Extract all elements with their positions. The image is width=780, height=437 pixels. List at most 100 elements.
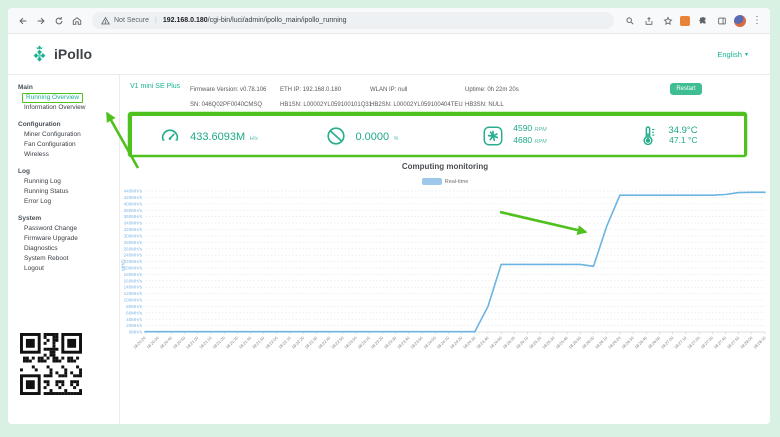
svg-text:140MH/s: 140MH/s xyxy=(124,285,143,290)
sidebar-item-running-status[interactable]: Running Status xyxy=(18,187,119,197)
hashrate-chart: 440MH/s420MH/s400MH/s 380MH/s360MH/s 340MH… xyxy=(121,189,768,350)
url-path: /cgi-bin/luci/admin/ipollo_main/ipollo_r… xyxy=(207,17,347,24)
svg-text:18:27:10: 18:27:10 xyxy=(673,335,688,350)
chevron-down-icon: ▾ xyxy=(744,51,748,58)
screenshot-frame: Not Secure | 192.168.0.180/cgi-bin/luci/… xyxy=(0,0,780,437)
device-info-col-4: Uptime: 0h 22m 20s HB3SN: NULL xyxy=(465,83,519,113)
main-panel: V1 mini SE Plus Firmware Version: v0.78.… xyxy=(120,75,770,424)
thermometer-icon xyxy=(643,125,655,145)
site-header: iPollo English ▾ xyxy=(8,34,770,75)
url-host: 192.168.0.180 xyxy=(162,17,208,24)
sidebar-item-logout[interactable]: Logout xyxy=(18,264,119,274)
fan-icon xyxy=(483,126,503,145)
sidebar-item-running-overview[interactable]: Running Overview xyxy=(22,93,84,103)
info-row1: ETH IP: 192.168.0.180 xyxy=(280,87,342,93)
extensions-puzzle-icon[interactable] xyxy=(696,14,709,27)
home-icon[interactable] xyxy=(70,14,83,27)
sidebar-group-label: Log xyxy=(18,168,30,175)
gauge-icon xyxy=(161,128,179,141)
svg-text:18:23:10: 18:23:10 xyxy=(356,335,371,350)
temp1-value: 34.9°C xyxy=(668,125,698,136)
restart-button[interactable]: Restart xyxy=(670,83,702,95)
svg-text:18:26:40: 18:26:40 xyxy=(633,335,648,350)
svg-text:MH/S: MH/S xyxy=(121,259,126,270)
back-icon[interactable] xyxy=(16,14,29,27)
profile-avatar[interactable] xyxy=(734,14,746,27)
svg-text:18:27:40: 18:27:40 xyxy=(713,335,728,350)
svg-text:18:23:30: 18:23:30 xyxy=(383,335,398,350)
svg-text:18:27:30: 18:27:30 xyxy=(699,335,714,350)
svg-text:18:21:00: 18:21:00 xyxy=(185,335,200,350)
svg-text:18:20:40: 18:20:40 xyxy=(159,335,174,350)
browser-window: Not Secure | 192.168.0.180/cgi-bin/luci/… xyxy=(8,8,770,424)
rejection-stat: 0.0000 % xyxy=(285,125,438,147)
extension-orange-icon[interactable] xyxy=(680,15,690,26)
device-info-col-2: ETH IP: 192.168.0.180 HB1SN: L00002YL0591… xyxy=(280,83,372,113)
language-selector[interactable]: English ▾ xyxy=(717,50,748,59)
svg-text:160MH/s: 160MH/s xyxy=(124,278,143,283)
svg-text:18:22:40: 18:22:40 xyxy=(317,335,332,350)
svg-text:18:26:20: 18:26:20 xyxy=(607,335,622,350)
svg-text:0MH/s: 0MH/s xyxy=(129,330,143,335)
browser-toolbar: Not Secure | 192.168.0.180/cgi-bin/luci/… xyxy=(8,8,770,34)
stats-panel: 433.6093M H/s 0.0000 % 4590 RPM 4680 RPM… xyxy=(130,114,746,157)
svg-text:18:23:50: 18:23:50 xyxy=(409,335,424,350)
svg-text:120MH/s: 120MH/s xyxy=(124,291,143,296)
side-panel-icon[interactable] xyxy=(715,14,728,27)
svg-text:18:24:30: 18:24:30 xyxy=(462,335,477,350)
sidebar-group-main: Main Running Overview Information Overview xyxy=(18,83,119,113)
hashrate-value: 433.6093M xyxy=(190,130,246,143)
sidebar-item-wireless[interactable]: Wireless xyxy=(18,150,119,160)
info-row1: Firmware Version: v0.78.106 xyxy=(190,87,267,93)
miner-model: V1 mini SE Plus xyxy=(130,83,181,90)
svg-text:18:27:00: 18:27:00 xyxy=(660,335,675,350)
reload-icon[interactable] xyxy=(52,14,65,27)
svg-text:200MH/s: 200MH/s xyxy=(124,266,143,271)
bookmark-star-icon[interactable] xyxy=(661,14,674,27)
share-icon[interactable] xyxy=(642,14,655,27)
sidebar-item-fan-configuration[interactable]: Fan Configuration xyxy=(18,140,119,150)
svg-text:18:26:10: 18:26:10 xyxy=(594,335,609,350)
svg-text:80MH/s: 80MH/s xyxy=(126,304,143,309)
address-bar[interactable]: Not Secure | 192.168.0.180/cgi-bin/luci/… xyxy=(92,12,614,29)
svg-text:420MH/s: 420MH/s xyxy=(124,195,143,200)
temperature-stat: 34.9°C 47.1 °C xyxy=(591,125,744,147)
sidebar-group-label: Main xyxy=(18,84,33,91)
language-label: English xyxy=(717,49,742,59)
svg-text:18:20:20: 18:20:20 xyxy=(132,335,147,350)
svg-text:18:24:10: 18:24:10 xyxy=(436,335,451,350)
svg-text:18:25:30: 18:25:30 xyxy=(541,335,556,350)
sidebar-group-system: System Password Change Firmware Upgrade Dia… xyxy=(18,214,119,274)
sidebar-item-miner-configuration[interactable]: Miner Configuration xyxy=(18,130,119,140)
sidebar-item-error-log[interactable]: Error Log xyxy=(18,197,119,207)
svg-text:18:22:30: 18:22:30 xyxy=(304,335,319,350)
url-separator: | xyxy=(155,17,157,24)
svg-text:18:20:30: 18:20:30 xyxy=(145,335,160,350)
sidebar-item-firmware-upgrade[interactable]: Firmware Upgrade xyxy=(18,234,119,244)
sidebar-item-diagnostics[interactable]: Diagnostics xyxy=(18,244,119,254)
sidebar-group-label: Configuration xyxy=(18,121,61,128)
svg-text:18:22:20: 18:22:20 xyxy=(290,335,305,350)
sidebar-item-running-log[interactable]: Running Log xyxy=(18,177,119,187)
svg-text:18:25:10: 18:25:10 xyxy=(515,335,530,350)
sidebar-item-password-change[interactable]: Password Change xyxy=(18,224,119,234)
svg-text:18:24:40: 18:24:40 xyxy=(475,335,490,350)
kebab-menu-icon[interactable]: ⋮ xyxy=(752,15,762,26)
forward-icon[interactable] xyxy=(34,14,47,27)
svg-text:18:23:20: 18:23:20 xyxy=(370,335,385,350)
svg-text:18:27:50: 18:27:50 xyxy=(726,335,741,350)
sidebar-item-system-reboot[interactable]: System Reboot xyxy=(18,254,119,264)
svg-text:18:21:10: 18:21:10 xyxy=(198,335,213,350)
site-page: iPollo English ▾ Main Running Overview Inf… xyxy=(8,34,770,424)
sidebar-item-information-overview[interactable]: Information Overview xyxy=(18,103,119,113)
security-label: Not Secure xyxy=(114,17,150,24)
search-icon[interactable] xyxy=(623,14,636,27)
fan1-value: 4590 xyxy=(513,123,533,133)
svg-text:18:21:50: 18:21:50 xyxy=(251,335,266,350)
info-row2: HB1SN: L00002YL059100101Q31 xyxy=(280,102,373,108)
svg-text:18:25:40: 18:25:40 xyxy=(554,335,569,350)
hashrate-unit: H/s xyxy=(249,135,258,142)
toolbar-right-icons: ⋮ xyxy=(623,14,762,27)
rejection-unit: % xyxy=(393,135,399,142)
svg-text:18:24:00: 18:24:00 xyxy=(422,335,437,350)
